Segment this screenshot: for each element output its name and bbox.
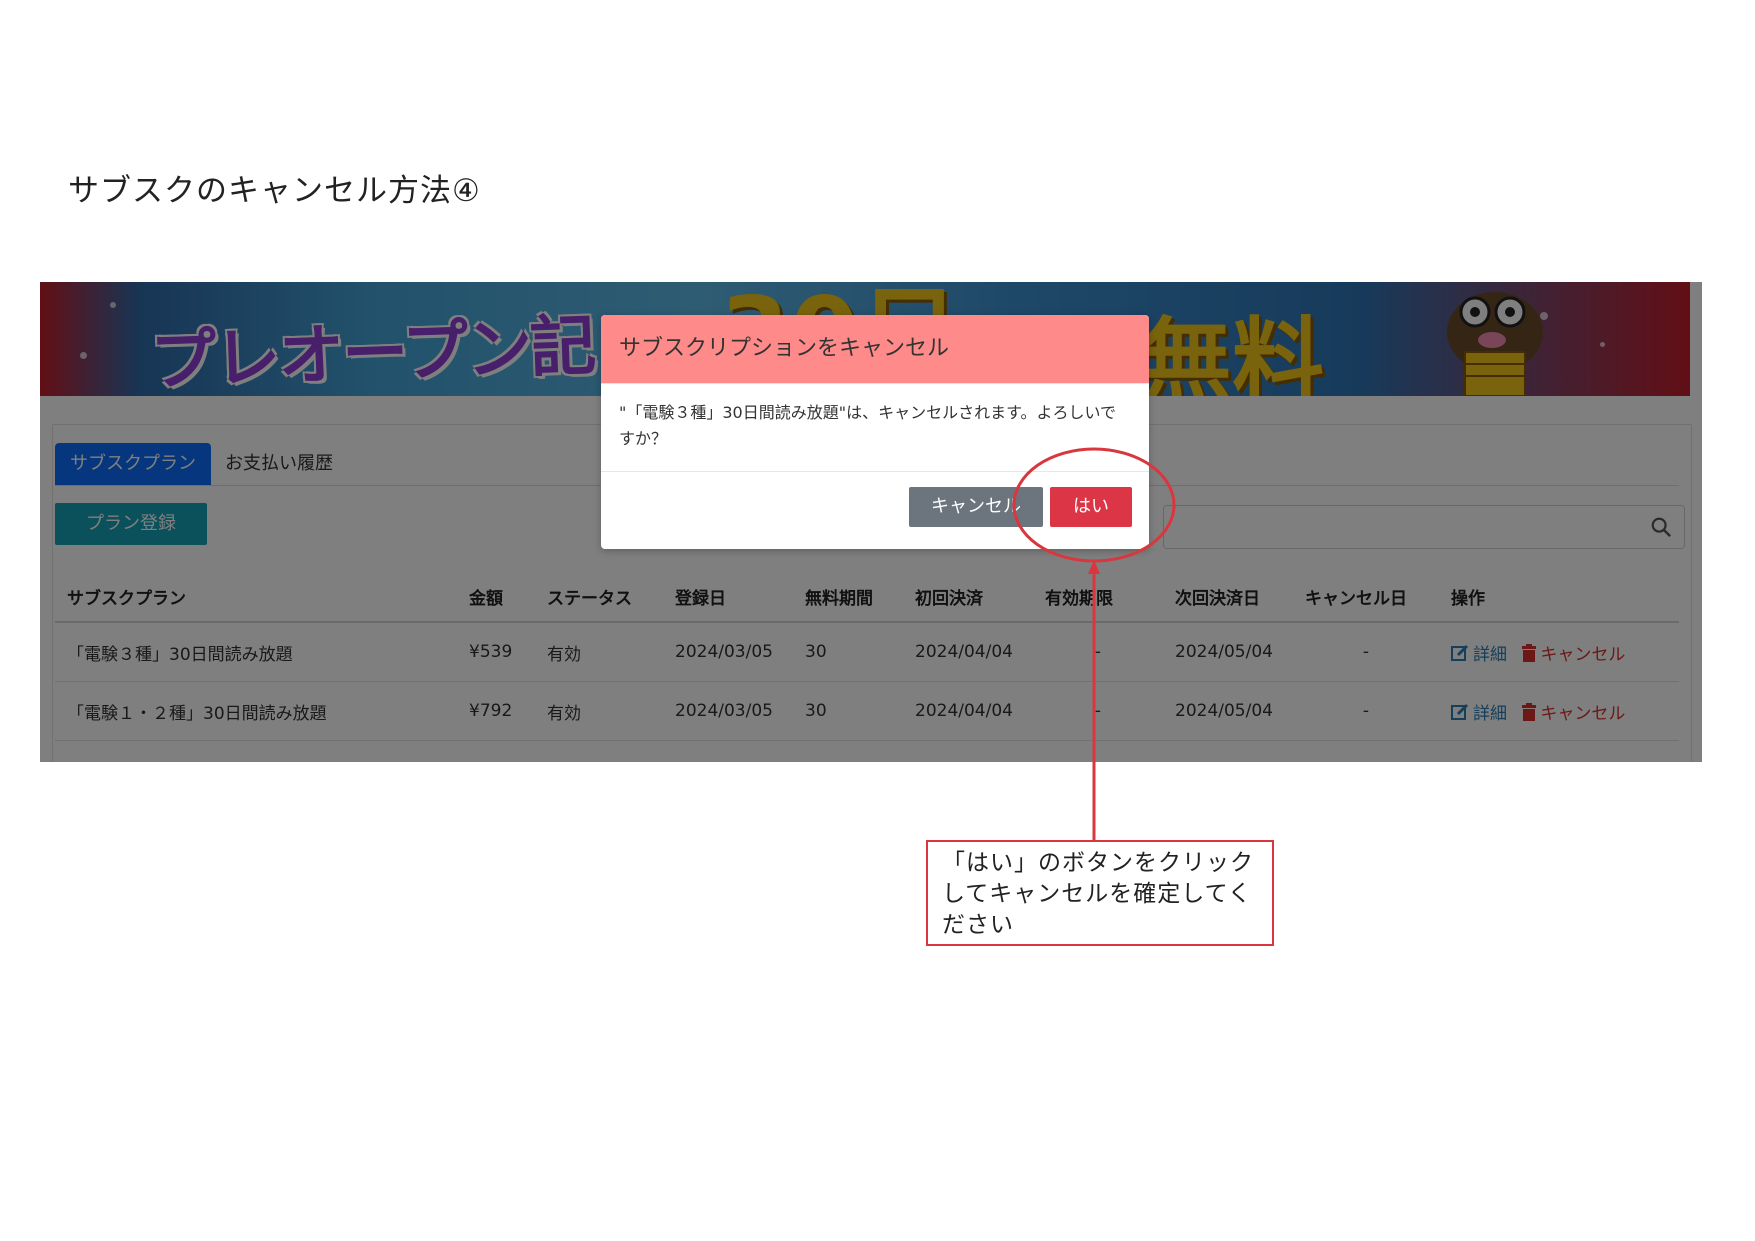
instruction-callout: 「はい」のボタンをクリックしてキャンセルを確定してください bbox=[926, 840, 1274, 946]
dialog-footer: キャンセル はい bbox=[601, 472, 1149, 549]
dialog-cancel-button[interactable]: キャンセル bbox=[909, 487, 1043, 527]
dialog-title: サブスクリプションをキャンセル bbox=[601, 315, 1149, 384]
dialog-confirm-button[interactable]: はい bbox=[1050, 487, 1132, 527]
document-title: サブスクのキャンセル方法④ bbox=[68, 173, 481, 209]
dialog-message: "「電験３種」30日間読み放題"は、キャンセルされます。よろしいですか？ bbox=[601, 384, 1149, 472]
cancel-subscription-dialog: サブスクリプションをキャンセル "「電験３種」30日間読み放題"は、キャンセルさ… bbox=[601, 315, 1149, 549]
